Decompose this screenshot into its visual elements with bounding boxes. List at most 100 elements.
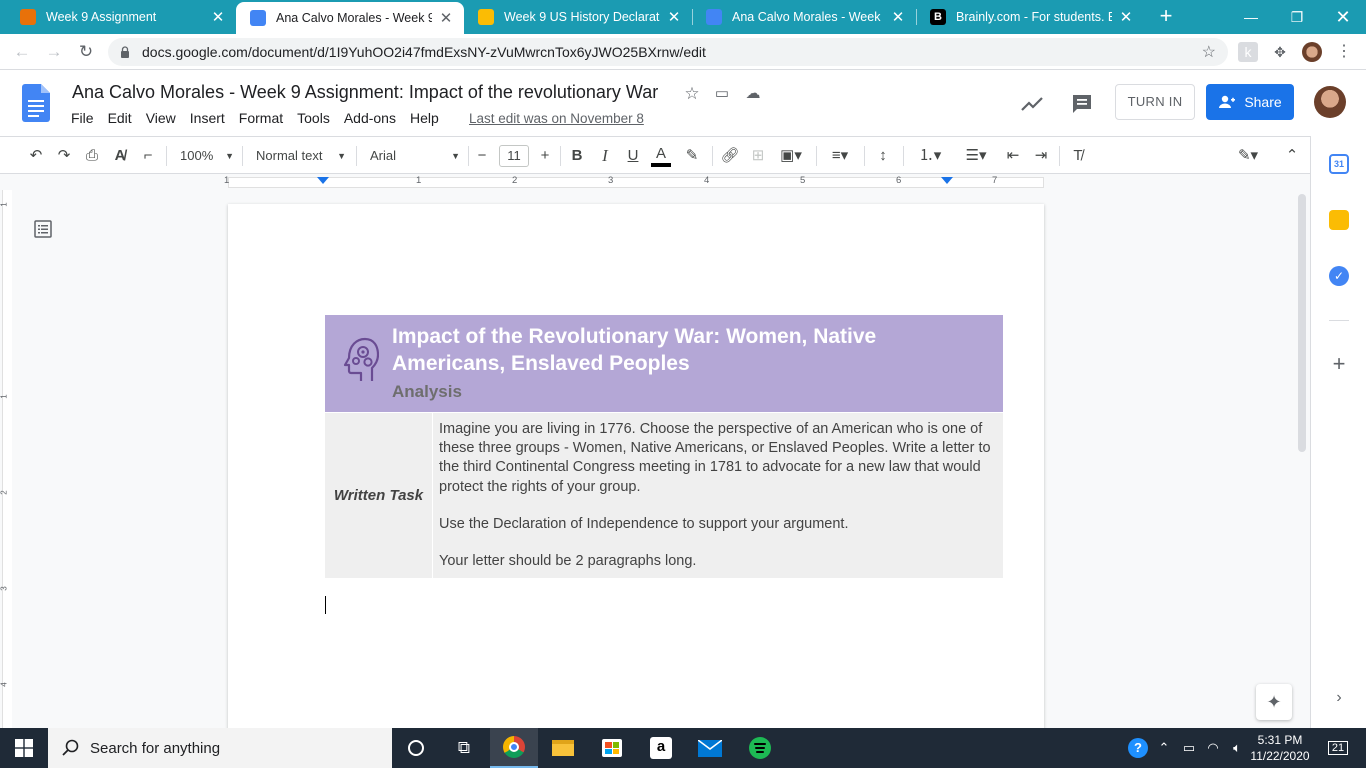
cortana-icon[interactable] [392, 728, 440, 768]
expand-panel-icon[interactable]: › [1329, 688, 1349, 708]
amazon-icon[interactable]: a [637, 728, 685, 768]
decrease-indent-icon[interactable]: ⇤ [1003, 145, 1023, 167]
minimize-icon[interactable]: — [1228, 0, 1274, 34]
close-icon[interactable]: ✕ [666, 8, 682, 26]
undo-icon[interactable]: ↶ [26, 145, 46, 167]
puzzle-icon[interactable]: ✥ [1270, 42, 1290, 62]
spellcheck-icon[interactable]: A̸ [110, 145, 130, 167]
clear-formatting-icon[interactable]: T̸ [1068, 145, 1088, 167]
font-select[interactable]: Arial ▼ [370, 145, 460, 167]
address-bar[interactable]: docs.google.com/document/d/1I9YuhOO2i47f… [108, 38, 1228, 66]
more-vert-icon[interactable]: ⋮ [1334, 42, 1354, 62]
forward-icon[interactable]: → [42, 40, 66, 64]
keep-icon[interactable] [1329, 210, 1349, 230]
numbered-list-icon[interactable]: ⒈▾ [912, 145, 948, 167]
star-icon[interactable]: ☆ [682, 84, 702, 104]
calendar-icon[interactable]: 31 [1329, 154, 1349, 174]
mail-icon[interactable] [686, 728, 734, 768]
wifi-icon[interactable]: ◠ [1202, 728, 1224, 768]
bold-icon[interactable]: B [568, 145, 586, 167]
redo-icon[interactable]: ↷ [54, 145, 74, 167]
menu-file[interactable]: File [64, 110, 101, 126]
increase-indent-icon[interactable]: ⇥ [1031, 145, 1051, 167]
volume-icon[interactable]: 🔈︎ [1226, 728, 1248, 768]
document-title[interactable]: Ana Calvo Morales - Week 9 Assignment: I… [72, 82, 658, 103]
close-icon[interactable]: ✕ [438, 9, 454, 27]
insert-image-icon[interactable]: ▣▾ [776, 145, 806, 167]
reload-icon[interactable]: ↻ [74, 40, 98, 64]
add-addon-icon[interactable]: + [1329, 353, 1349, 375]
restore-icon[interactable]: ❐ [1274, 0, 1320, 34]
print-icon[interactable]: ⎙ [82, 145, 102, 167]
tab-week-10-doc[interactable]: Ana Calvo Morales - Week 10 ✕ [692, 0, 916, 34]
bulleted-list-icon[interactable]: ☰▾ [958, 145, 994, 167]
close-icon[interactable]: ✕ [890, 8, 906, 26]
tab-active-document[interactable]: Ana Calvo Morales - Week 9 A ✕ [236, 2, 464, 34]
system-clock[interactable]: 5:31 PM 11/22/2020 [1248, 732, 1312, 764]
paragraph-style-select[interactable]: Normal text ▼ [256, 145, 346, 167]
turn-in-button[interactable]: TURN IN [1115, 84, 1195, 120]
docs-logo-icon[interactable] [22, 84, 50, 122]
chrome-taskbar-icon[interactable] [490, 728, 538, 768]
comment-icon[interactable] [1070, 92, 1094, 116]
microsoft-store-icon[interactable] [588, 728, 636, 768]
share-button[interactable]: Share [1206, 84, 1294, 120]
account-avatar[interactable] [1314, 86, 1346, 118]
menu-add-ons[interactable]: Add-ons [337, 110, 403, 126]
paint-format-icon[interactable]: ⌐ [138, 145, 158, 167]
close-icon[interactable]: ✕ [210, 8, 226, 26]
new-tab-button[interactable]: + [1154, 4, 1178, 28]
menu-format[interactable]: Format [232, 110, 290, 126]
window-close-icon[interactable]: ✕ [1320, 0, 1366, 34]
line-spacing-icon[interactable]: ↕ [873, 145, 893, 167]
activity-trend-icon[interactable] [1020, 92, 1044, 116]
cloud-status-icon[interactable]: ☁ [743, 84, 763, 104]
tab-week-9-assignment[interactable]: Week 9 Assignment ✕ [6, 0, 236, 34]
font-size-input[interactable]: 11 [499, 145, 529, 167]
bookmark-star-icon[interactable]: ☆ [1202, 42, 1216, 62]
vertical-scrollbar[interactable] [1298, 194, 1306, 452]
tasks-icon[interactable]: ✓ [1329, 266, 1349, 286]
vertical-ruler: 1 1 2 3 4 [0, 190, 14, 728]
increase-font-size-icon[interactable]: + [537, 145, 553, 167]
battery-icon[interactable]: ▭ [1178, 728, 1200, 768]
back-icon[interactable]: ← [10, 40, 34, 64]
spotify-icon[interactable] [736, 728, 784, 768]
help-icon[interactable]: ? [1126, 728, 1150, 768]
zoom-select[interactable]: 100% ▼ [180, 145, 234, 167]
close-icon[interactable]: ✕ [1118, 8, 1134, 26]
tray-chevron-icon[interactable]: ⌃ [1154, 728, 1174, 768]
last-edit-link[interactable]: Last edit was on November 8 [469, 111, 644, 126]
windows-start-button[interactable] [0, 728, 48, 768]
text-color-icon[interactable]: A [651, 145, 671, 167]
menu-view[interactable]: View [139, 110, 183, 126]
tab-brainly[interactable]: B Brainly.com - For students. By ✕ [916, 0, 1144, 34]
menu-tools[interactable]: Tools [290, 110, 337, 126]
move-folder-icon[interactable]: ▭ [712, 84, 732, 104]
italic-icon[interactable]: I [596, 145, 614, 167]
explore-button[interactable]: ✦ [1256, 684, 1292, 720]
highlight-color-icon[interactable]: ✎ [682, 145, 702, 167]
extension-icon[interactable]: k [1238, 42, 1258, 62]
collapse-chevron-icon[interactable]: ⌃ [1282, 145, 1302, 167]
toolbar-separator [864, 146, 865, 166]
align-left-icon[interactable]: ≡▾ [826, 145, 854, 167]
menu-edit[interactable]: Edit [101, 110, 139, 126]
document-page[interactable]: Impact of the Revolutionary War: Women, … [228, 204, 1044, 728]
left-indent-marker[interactable] [317, 177, 329, 184]
add-comment-icon[interactable]: ⊞ [748, 145, 768, 167]
file-explorer-icon[interactable] [539, 728, 587, 768]
underline-icon[interactable]: U [624, 145, 642, 167]
task-view-icon[interactable]: ⧉ [440, 728, 488, 768]
tab-declaration-slides[interactable]: Week 9 US History Declaration ✕ [464, 0, 692, 34]
decrease-font-size-icon[interactable]: − [474, 145, 490, 167]
editing-mode-icon[interactable]: ✎▾ [1232, 145, 1264, 167]
menu-help[interactable]: Help [403, 110, 446, 126]
insert-link-icon[interactable]: 🔗︎ [720, 145, 740, 167]
notifications-icon[interactable]: 21 [1320, 728, 1356, 768]
menu-insert[interactable]: Insert [183, 110, 232, 126]
taskbar-search-box[interactable]: Search for anything [48, 728, 392, 768]
profile-avatar-icon[interactable] [1302, 42, 1322, 62]
right-indent-marker[interactable] [941, 177, 953, 184]
document-outline-icon[interactable] [34, 220, 52, 238]
